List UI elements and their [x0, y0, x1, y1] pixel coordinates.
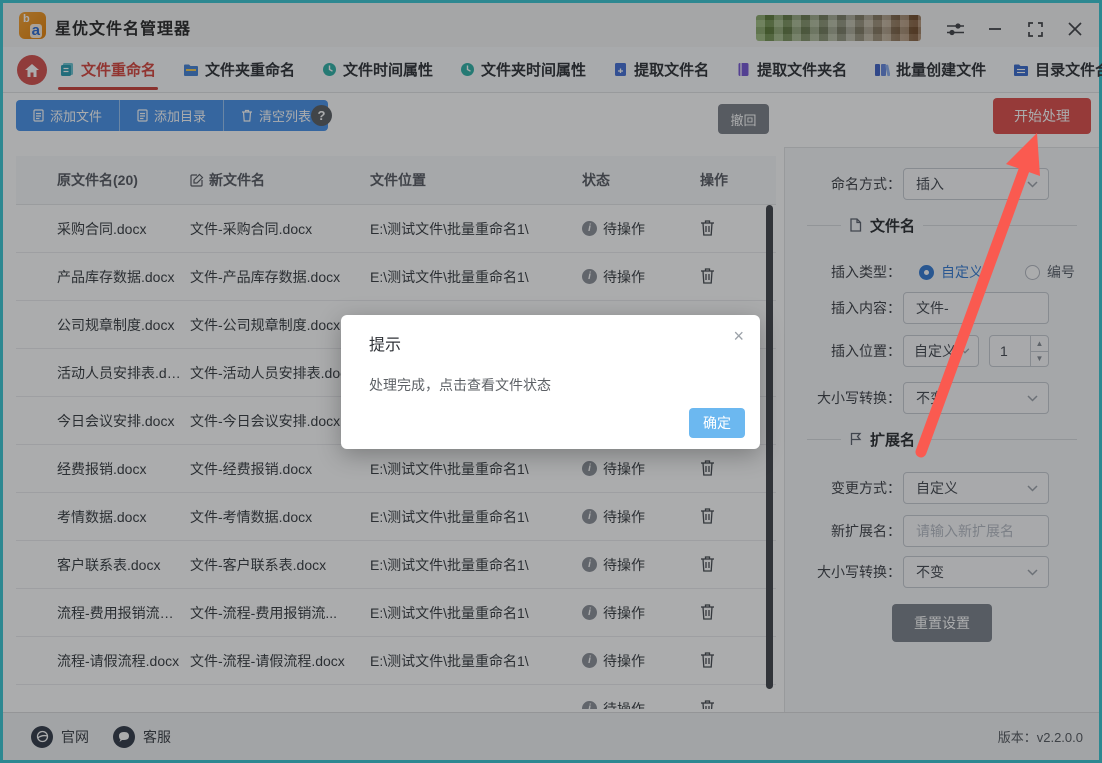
dialog-confirm-label: 确定	[703, 415, 731, 431]
dialog-close-icon[interactable]: ×	[733, 327, 744, 345]
message-dialog: 提示 × 处理完成，点击查看文件状态 确定	[341, 315, 760, 449]
dialog-title: 提示	[369, 337, 402, 354]
app-window: b a 星优文件名管理器 文件重命名 文件夹重命名 文件时间属性 文件夹时间属性…	[0, 0, 1102, 763]
dialog-message: 处理完成，点击查看文件状态	[369, 377, 551, 393]
dialog-confirm-button[interactable]: 确定	[689, 408, 745, 438]
